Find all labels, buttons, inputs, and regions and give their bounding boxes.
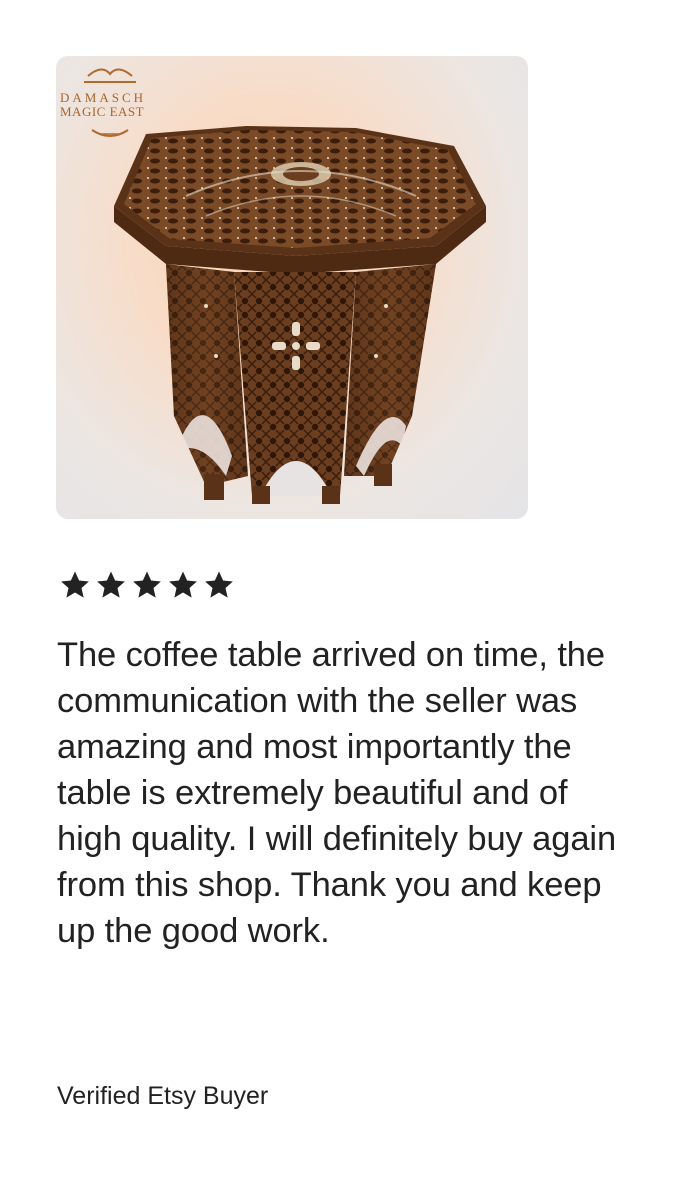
star-icon [169, 571, 197, 598]
star-icon [97, 571, 125, 598]
star-icon [133, 571, 161, 598]
review-text: The coffee table arrived on time, the co… [57, 636, 617, 950]
product-image[interactable]: DAMASCH MAGIC EAST [56, 56, 528, 519]
shop-logo: DAMASCH MAGIC EAST [60, 62, 170, 152]
star-rating [58, 568, 236, 602]
star-icon [61, 571, 89, 598]
reviewer-label: Verified Etsy Buyer [57, 1082, 269, 1110]
star-icon [205, 571, 233, 598]
shop-logo-line2: MAGIC EAST [60, 104, 145, 119]
